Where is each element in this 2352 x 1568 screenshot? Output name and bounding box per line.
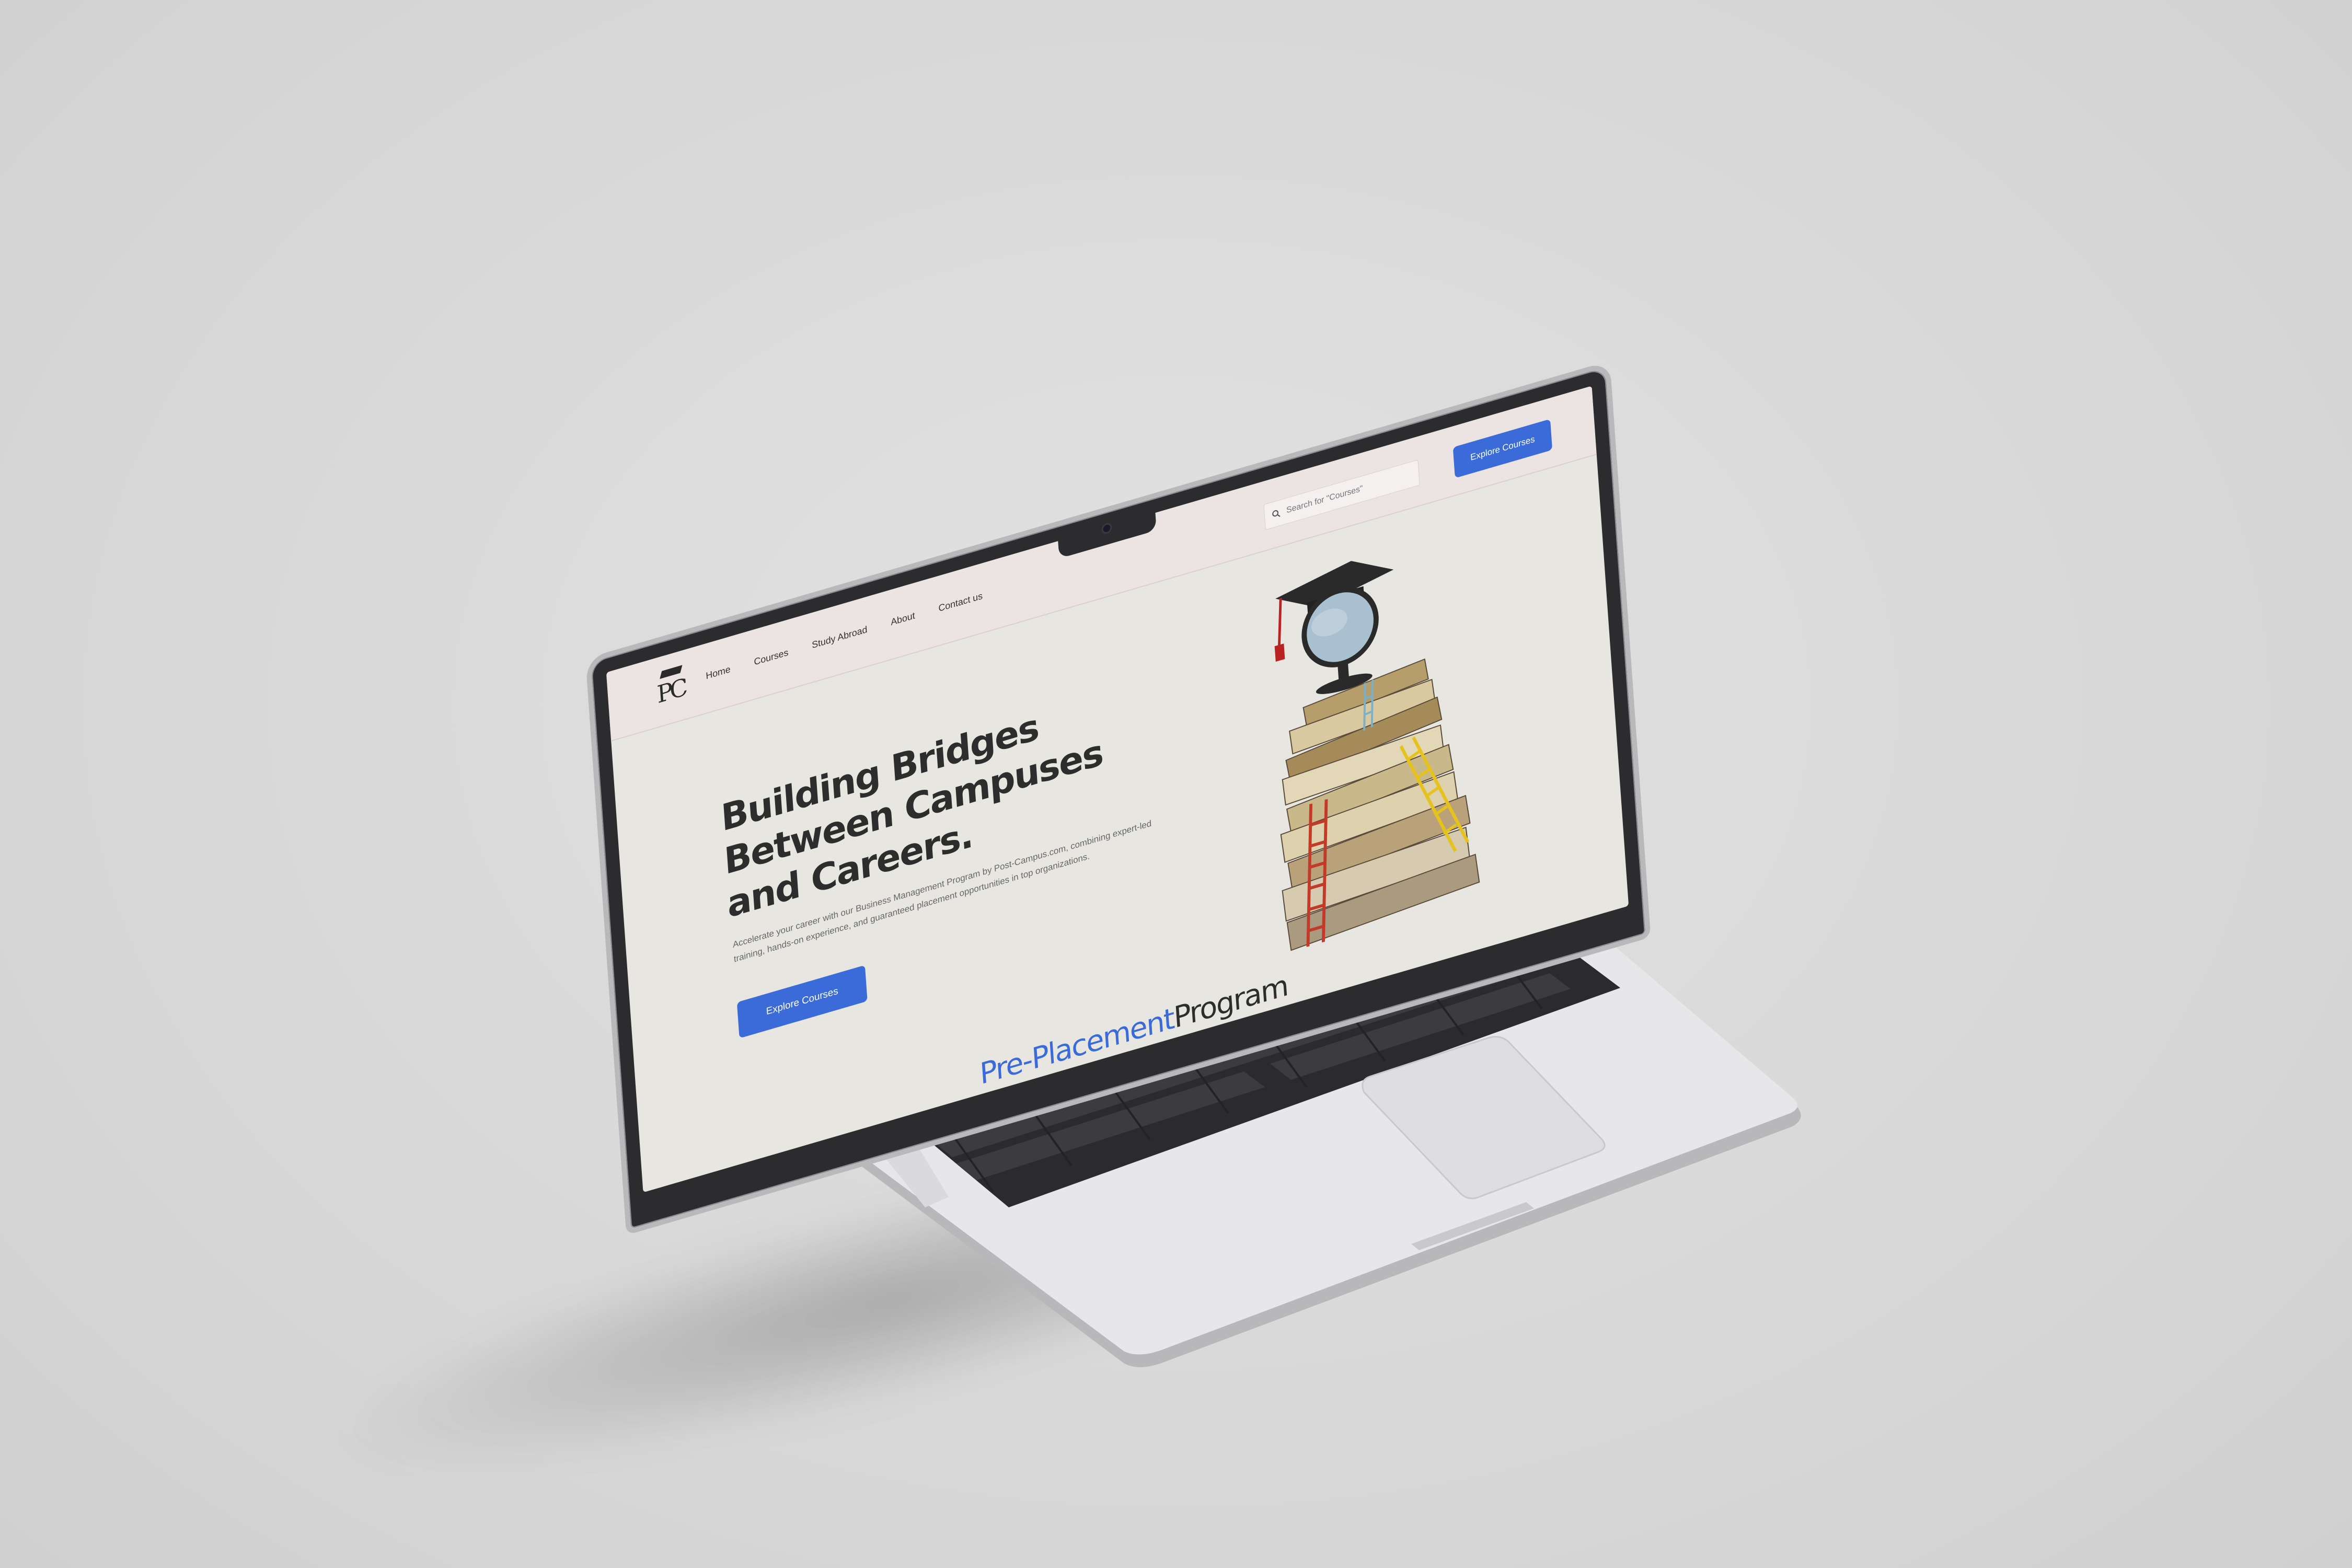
nav-contact-us[interactable]: Contact us: [938, 591, 983, 614]
site-logo[interactable]: PC: [653, 663, 692, 715]
books-globe-illustration: [1274, 561, 1480, 951]
scene-background: PC Home Courses Study Abroad About Conta…: [0, 0, 2352, 1568]
nav-courses[interactable]: Courses: [754, 647, 789, 668]
search-icon: [1272, 509, 1281, 519]
header-explore-courses-button[interactable]: Explore Courses: [1452, 419, 1553, 478]
nav-study-abroad[interactable]: Study Abroad: [812, 624, 868, 651]
nav-home[interactable]: Home: [706, 664, 731, 682]
nav-about[interactable]: About: [891, 610, 916, 628]
hero-explore-courses-button[interactable]: Explore Courses: [736, 965, 868, 1039]
search-input[interactable]: [1285, 468, 1416, 516]
